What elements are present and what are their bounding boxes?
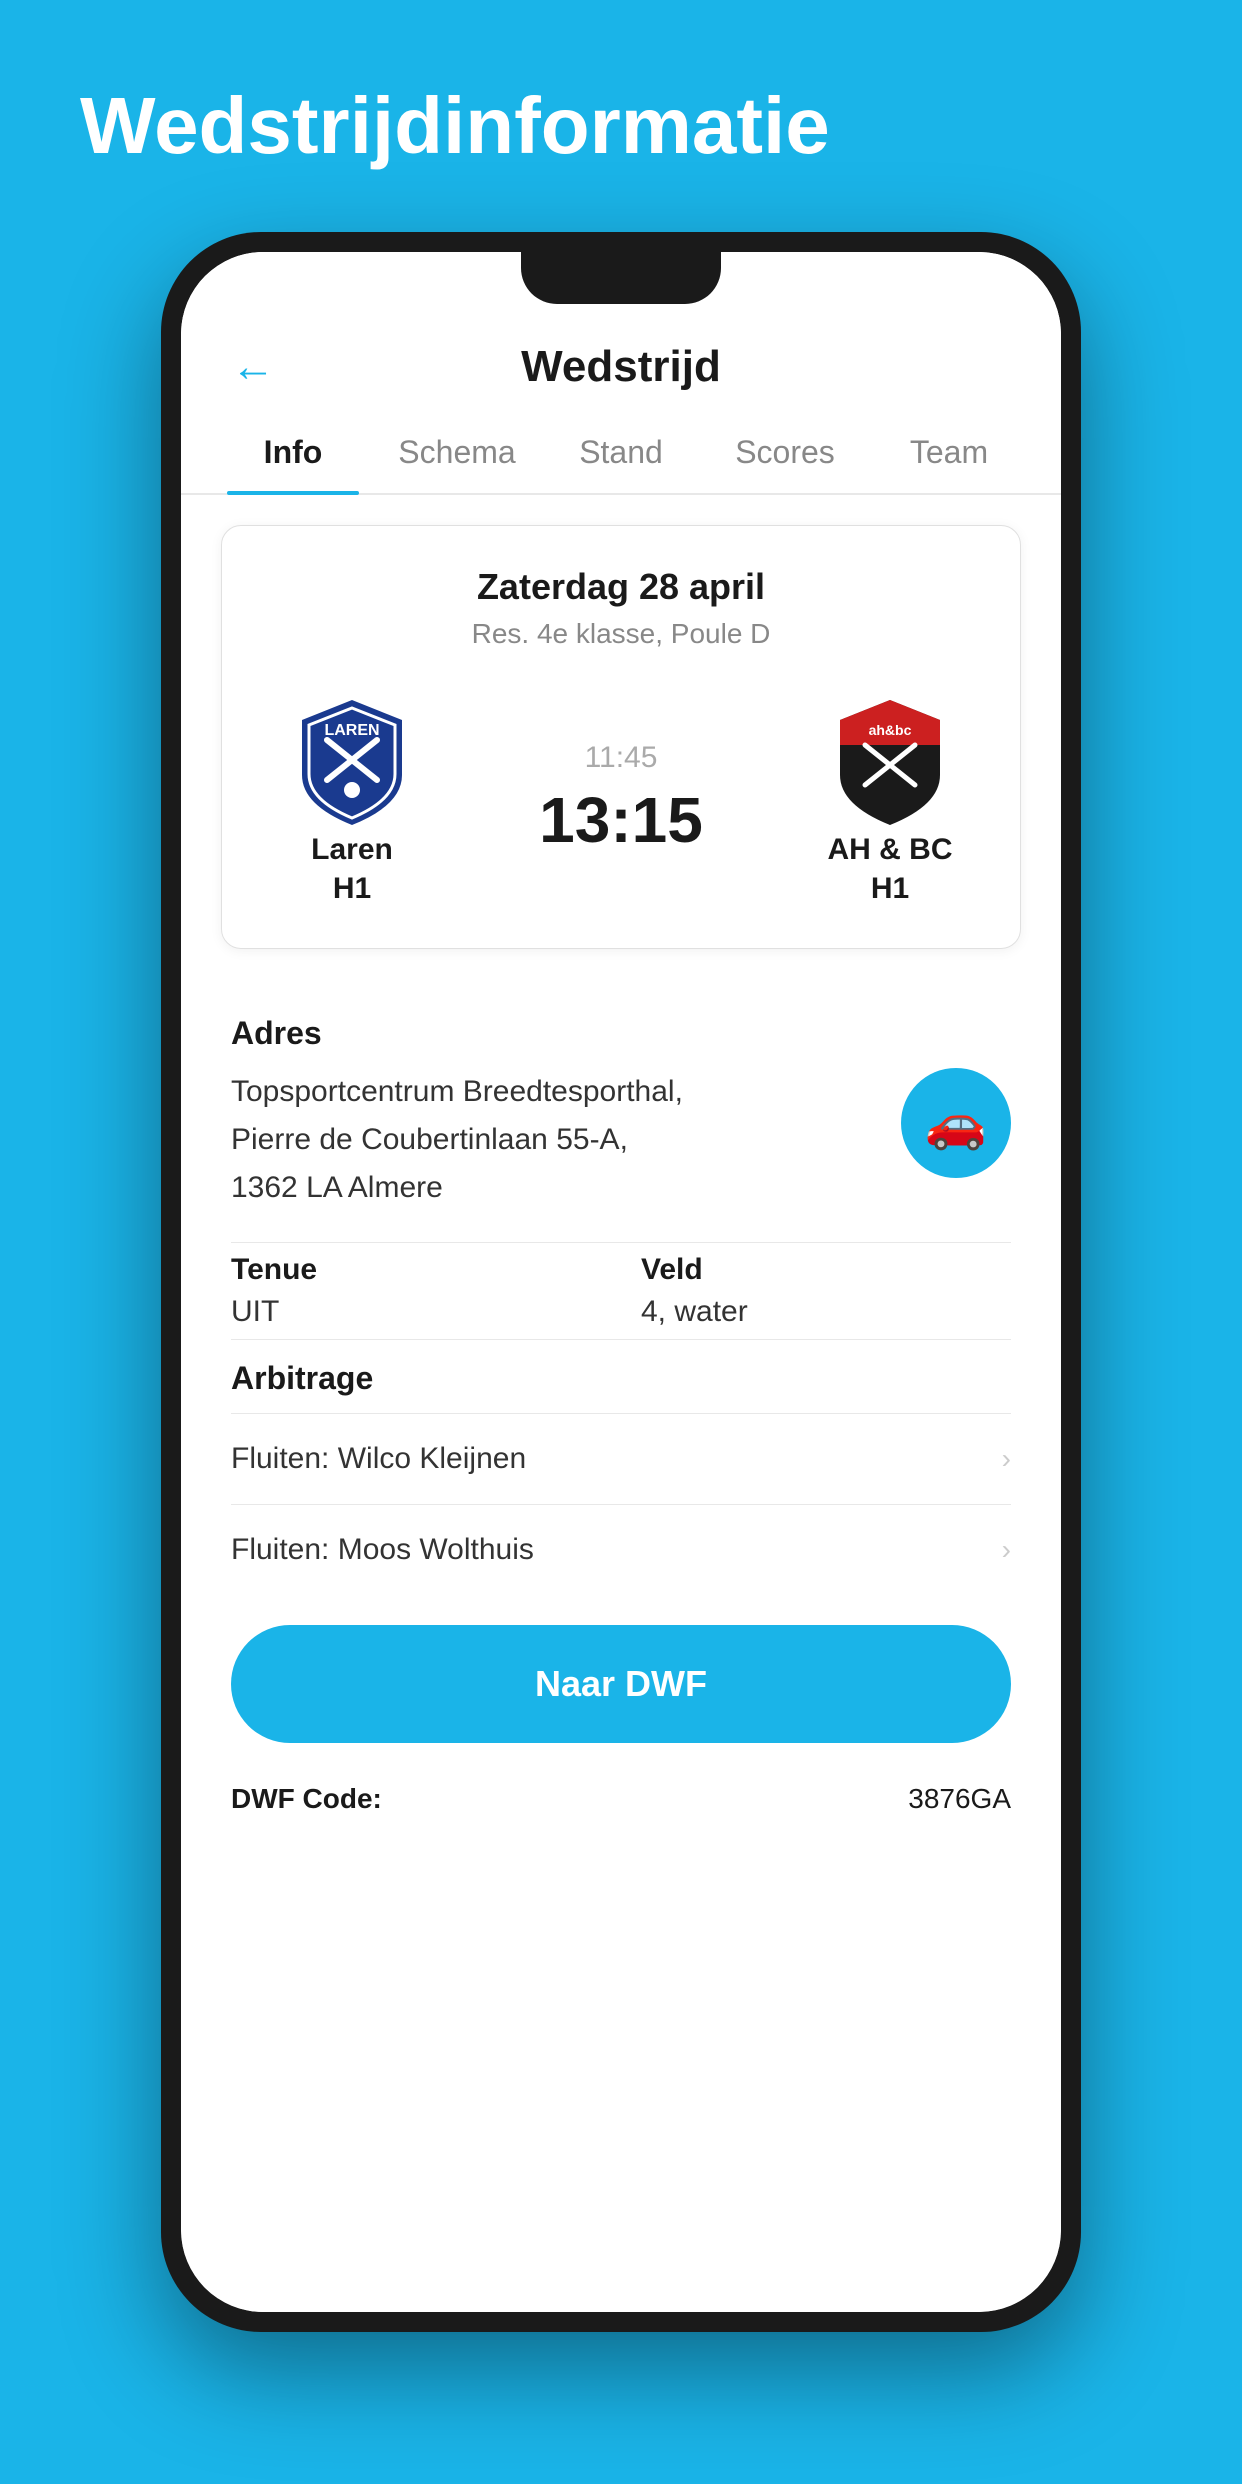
home-team: LAREN Laren H1 <box>252 690 452 908</box>
naar-dwf-button[interactable]: Naar DWF <box>231 1625 1011 1743</box>
tenue-label: Tenue <box>231 1253 601 1287</box>
header-title: Wedstrijd <box>521 342 721 392</box>
address-label: Adres <box>231 1015 1011 1052</box>
dwf-code-label: DWF Code: <box>231 1783 382 1815</box>
arbitrage-item-1[interactable]: Fluiten: Wilco Kleijnen › <box>231 1413 1011 1504</box>
match-date: Zaterdag 28 april <box>252 566 990 608</box>
veld-value: 4, water <box>641 1295 1011 1329</box>
home-team-name: Laren <box>311 830 393 869</box>
divider-1 <box>231 1242 1011 1243</box>
tenue-block: Tenue UIT <box>231 1253 601 1329</box>
navigation-button[interactable]: 🚗 <box>901 1068 1011 1178</box>
away-team: ah&bc AH & BC H1 <box>790 690 990 908</box>
phone-shell: ← Wedstrijd Info Schema Stand Scores Tea… <box>161 232 1081 2332</box>
tab-bar: Info Schema Stand Scores Team <box>181 412 1061 495</box>
tab-schema[interactable]: Schema <box>375 412 539 493</box>
arbitrage-section: Arbitrage Fluiten: Wilco Kleijnen › Flui… <box>181 1360 1061 1595</box>
dwf-code-value: 3876GA <box>908 1783 1011 1815</box>
address-row: Topsportcentrum Breedtesporthal, Pierre … <box>231 1068 1011 1212</box>
tab-info[interactable]: Info <box>211 412 375 493</box>
app-content: ← Wedstrijd Info Schema Stand Scores Tea… <box>181 252 1061 2312</box>
home-team-sub: H1 <box>333 869 371 908</box>
match-card: Zaterdag 28 april Res. 4e klasse, Poule … <box>221 525 1021 949</box>
veld-label: Veld <box>641 1253 1011 1287</box>
chevron-right-icon-2: › <box>1002 1534 1011 1566</box>
arbitrage-item-2[interactable]: Fluiten: Moos Wolthuis › <box>231 1504 1011 1595</box>
address-text: Topsportcentrum Breedtesporthal, Pierre … <box>231 1068 881 1212</box>
phone-screen: ← Wedstrijd Info Schema Stand Scores Tea… <box>181 252 1061 2312</box>
page-bg-title: Wedstrijdinformatie <box>0 80 1242 172</box>
svg-text:ah&bc: ah&bc <box>869 722 912 738</box>
score-block: 11:45 13:15 <box>452 741 790 857</box>
tab-scores[interactable]: Scores <box>703 412 867 493</box>
dwf-code-row: DWF Code: 3876GA <box>181 1763 1061 1815</box>
away-team-name: AH & BC <box>828 830 953 869</box>
bottom-section: Naar DWF <box>181 1595 1061 1763</box>
arbitrage-item-1-text: Fluiten: Wilco Kleijnen <box>231 1442 526 1476</box>
tab-stand[interactable]: Stand <box>539 412 703 493</box>
match-score: 13:15 <box>539 783 703 857</box>
back-button[interactable]: ← <box>231 342 275 392</box>
address-section: Adres Topsportcentrum Breedtesporthal, P… <box>181 979 1061 1350</box>
match-teams: LAREN Laren H1 11:45 13:15 <box>252 690 990 908</box>
veld-block: Veld 4, water <box>641 1253 1011 1329</box>
phone-notch <box>521 252 721 304</box>
tab-team[interactable]: Team <box>867 412 1031 493</box>
laren-logo: LAREN <box>282 690 422 830</box>
arbitrage-item-2-text: Fluiten: Moos Wolthuis <box>231 1533 534 1567</box>
arbitrage-label: Arbitrage <box>231 1360 1011 1397</box>
car-icon: 🚗 <box>925 1094 987 1153</box>
tenue-veld-row: Tenue UIT Veld 4, water <box>231 1253 1011 1329</box>
time-planned: 11:45 <box>585 741 658 775</box>
away-team-sub: H1 <box>871 869 909 908</box>
svg-text:LAREN: LAREN <box>324 722 379 739</box>
chevron-right-icon: › <box>1002 1443 1011 1475</box>
divider-2 <box>231 1339 1011 1340</box>
match-league: Res. 4e klasse, Poule D <box>252 618 990 650</box>
tenue-value: UIT <box>231 1295 601 1329</box>
ahbc-logo: ah&bc <box>820 690 960 830</box>
